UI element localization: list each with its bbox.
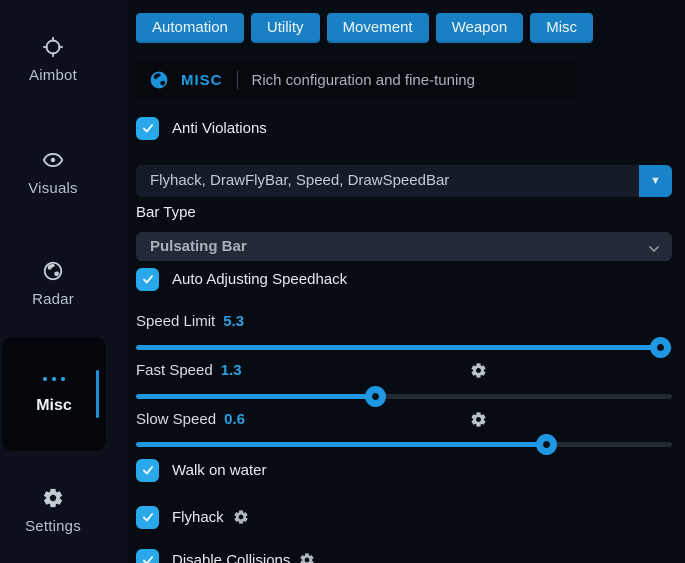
bar-type-select[interactable]: Pulsating Bar: [136, 232, 672, 261]
slider-value: 0.6: [224, 411, 245, 428]
gear-icon[interactable]: [233, 509, 249, 525]
slider-slow-speed[interactable]: [136, 434, 672, 455]
checkbox-flyhack[interactable]: Flyhack: [136, 505, 249, 529]
section-subtitle: Rich configuration and fine-tuning: [252, 72, 475, 89]
sidebar-item-label: Visuals: [0, 180, 106, 197]
slider-fill: [136, 442, 546, 447]
app-window: Aimbot Visuals Radar Mi: [0, 0, 685, 563]
crosshair-icon: [42, 36, 64, 58]
ellipsis-icon: [2, 377, 106, 381]
checkbox-checked-icon[interactable]: [136, 117, 159, 140]
checkbox-checked-icon[interactable]: [136, 459, 159, 482]
checkbox-disable-collisions[interactable]: Disable Collisions: [136, 548, 315, 563]
slider-fast-speed[interactable]: [136, 386, 672, 407]
category-tabs: Automation Utility Movement Weapon Misc: [136, 13, 593, 43]
checkbox-label: Auto Adjusting Speedhack: [172, 271, 347, 288]
checkbox-auto-adjusting-speedhack[interactable]: Auto Adjusting Speedhack: [136, 267, 347, 291]
sidebar-item-aimbot[interactable]: Aimbot: [0, 36, 106, 84]
divider: [237, 71, 238, 89]
checkbox-label: Anti Violations: [172, 120, 267, 137]
checkbox-checked-icon[interactable]: [136, 506, 159, 529]
gear-icon[interactable]: [470, 362, 487, 384]
slider-fill: [136, 394, 375, 399]
slider-handle[interactable]: [650, 337, 671, 358]
tab-utility[interactable]: Utility: [251, 13, 320, 43]
checkbox-label: Disable Collisions: [172, 552, 290, 563]
triangle-down-icon: ▼: [650, 165, 661, 197]
slider-label: Fast Speed: [136, 362, 213, 379]
slider-handle[interactable]: [365, 386, 386, 407]
bar-type-label: Bar Type: [136, 204, 196, 221]
gear-icon[interactable]: [470, 411, 487, 433]
slider-value: 1.3: [221, 362, 242, 379]
sidebar-item-label: Aimbot: [0, 67, 106, 84]
active-indicator: [96, 370, 99, 418]
gear-icon: [42, 487, 64, 509]
section-title: MISC: [181, 72, 223, 89]
chevron-down-icon: [646, 238, 662, 267]
tab-movement[interactable]: Movement: [327, 13, 429, 43]
sidebar-item-label: Radar: [0, 291, 106, 308]
eye-icon: [42, 149, 64, 171]
slider-speed-limit-header: Speed Limit 5.3: [136, 313, 244, 333]
sidebar-item-settings[interactable]: Settings: [0, 487, 106, 535]
tab-automation[interactable]: Automation: [136, 13, 244, 43]
sidebar-item-label: Settings: [0, 518, 106, 535]
tab-weapon[interactable]: Weapon: [436, 13, 524, 43]
slider-fill: [136, 345, 660, 350]
checkbox-label: Walk on water: [172, 462, 266, 479]
checkbox-checked-icon[interactable]: [136, 268, 159, 291]
globe-icon: [42, 260, 64, 282]
slider-fast-speed-header: Fast Speed 1.3: [136, 362, 242, 382]
tab-misc[interactable]: Misc: [530, 13, 593, 43]
section-header: MISC Rich configuration and fine-tuning: [136, 62, 577, 98]
main-panel: Automation Utility Movement Weapon Misc …: [136, 0, 672, 563]
gear-icon[interactable]: [299, 552, 315, 563]
checkbox-walk-on-water[interactable]: Walk on water: [136, 458, 266, 482]
bar-type-value: Pulsating Bar: [150, 238, 247, 255]
slider-handle[interactable]: [536, 434, 557, 455]
sidebar-item-visuals[interactable]: Visuals: [0, 149, 106, 197]
slider-label: Speed Limit: [136, 313, 215, 330]
globe-icon: [149, 70, 169, 90]
sidebar-item-label: Misc: [2, 397, 106, 415]
checkbox-anti-violations[interactable]: Anti Violations: [136, 116, 267, 140]
slider-label: Slow Speed: [136, 411, 216, 428]
bar-multiselect[interactable]: Flyhack, DrawFlyBar, Speed, DrawSpeedBar…: [136, 165, 672, 197]
slider-value: 5.3: [223, 313, 244, 330]
slider-speed-limit[interactable]: [136, 337, 672, 358]
checkbox-checked-icon[interactable]: [136, 549, 159, 563]
dropdown-open-button[interactable]: ▼: [639, 165, 672, 197]
bar-multiselect-value: Flyhack, DrawFlyBar, Speed, DrawSpeedBar: [150, 172, 449, 189]
sidebar: Aimbot Visuals Radar Mi: [0, 0, 128, 563]
checkbox-label: Flyhack: [172, 509, 224, 526]
sidebar-item-misc[interactable]: Misc: [2, 337, 106, 451]
slider-slow-speed-header: Slow Speed 0.6: [136, 411, 245, 431]
sidebar-item-radar[interactable]: Radar: [0, 260, 106, 308]
